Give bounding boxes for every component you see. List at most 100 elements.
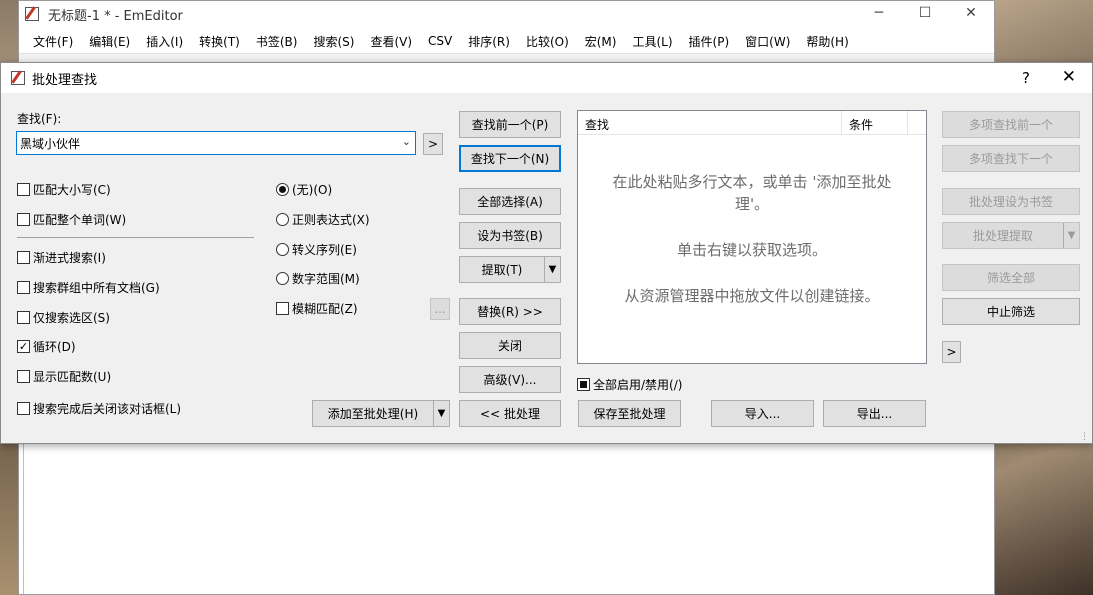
batch-find-dialog: 批处理查找 ? ✕ 查找(F): 黑域小伙伴 ⌄ > 匹配大小写(C) 匹配整个… <box>0 62 1093 444</box>
menu-view[interactable]: 查看(V) <box>362 33 420 50</box>
import-button[interactable]: 导入... <box>711 400 814 427</box>
resize-grip-icon[interactable]: ⋮ <box>1080 432 1089 442</box>
menu-macro[interactable]: 宏(M) <box>577 33 625 50</box>
minimize-button[interactable]: ─ <box>856 1 902 25</box>
select-all-button[interactable]: 全部选择(A) <box>459 188 561 215</box>
batch-hint-rightclick: 单击右键以获取选项。 <box>676 241 827 259</box>
find-next-button[interactable]: 查找下一个(N) <box>459 145 561 172</box>
find-input[interactable]: 黑域小伙伴 ⌄ <box>16 131 416 155</box>
close-button[interactable]: ✕ <box>948 1 994 25</box>
radio-icon <box>276 272 289 285</box>
multi-find-prev-button[interactable]: 多项查找前一个 <box>942 111 1080 138</box>
incremental-search-label: 渐进式搜索(I) <box>33 251 106 265</box>
batch-hint-drag: 从资源管理器中拖放文件以创建链接。 <box>624 287 880 305</box>
close-when-done-label: 搜索完成后关闭该对话框(L) <box>33 402 182 416</box>
menu-search[interactable]: 搜索(S) <box>305 33 362 50</box>
wrap-around-checkbox[interactable]: ✓ 循环(D) <box>17 338 76 355</box>
batch-list[interactable]: 查找 条件 在此处粘贴多行文本，或单击 '添加至批处 理'。 单击右键以获取选项… <box>577 110 927 364</box>
checkbox-box <box>17 213 30 226</box>
window-controls: ─ ☐ ✕ <box>856 1 994 25</box>
fuzzy-options-button[interactable]: ... <box>430 298 450 320</box>
dropdown-arrow-icon[interactable]: ▼ <box>544 257 560 282</box>
extract-label: 提取(T) <box>481 263 523 277</box>
batch-extract-button[interactable]: 批处理提取 ▼ <box>942 222 1080 249</box>
enable-all-label: 全部启用/禁用(/) <box>593 378 683 392</box>
match-word-label: 匹配整个单词(W) <box>33 213 127 227</box>
search-all-docs-label: 搜索群组中所有文档(G) <box>33 281 160 295</box>
menu-bookmark[interactable]: 书签(B) <box>248 33 306 50</box>
radio-none-label: (无)(O) <box>292 183 333 197</box>
show-count-checkbox[interactable]: 显示匹配数(U) <box>17 368 111 385</box>
menu-window[interactable]: 窗口(W) <box>737 33 798 50</box>
checkbox-box <box>17 311 30 324</box>
match-case-checkbox[interactable]: 匹配大小写(C) <box>17 181 111 198</box>
divider <box>17 237 254 238</box>
chevron-down-icon[interactable]: ⌄ <box>402 135 411 148</box>
maximize-button[interactable]: ☐ <box>902 1 948 25</box>
radio-regex[interactable]: 正则表达式(X) <box>276 211 370 228</box>
search-all-docs-checkbox[interactable]: 搜索群组中所有文档(G) <box>17 279 160 296</box>
dropdown-arrow-icon[interactable]: ▼ <box>433 401 449 426</box>
menu-file[interactable]: 文件(F) <box>25 33 81 50</box>
editor-area[interactable] <box>23 441 994 594</box>
menu-convert[interactable]: 转换(T) <box>191 33 248 50</box>
emeditor-icon <box>25 7 39 21</box>
menu-sort[interactable]: 排序(R) <box>460 33 518 50</box>
radio-escape[interactable]: 转义序列(E) <box>276 241 357 258</box>
menu-help[interactable]: 帮助(H) <box>798 33 856 50</box>
export-button[interactable]: 导出... <box>823 400 926 427</box>
replace-button[interactable]: 替换(R) >> <box>459 298 561 325</box>
main-window-title: 无标题-1 * - EmEditor <box>48 8 183 24</box>
menu-csv[interactable]: CSV <box>420 34 460 48</box>
batch-toggle-button[interactable]: << 批处理 <box>459 400 561 427</box>
enable-all-checkbox[interactable]: 全部启用/禁用(/) <box>577 376 682 393</box>
selection-only-checkbox[interactable]: 仅搜索选区(S) <box>17 309 110 326</box>
column-condition[interactable]: 条件 <box>842 111 908 134</box>
dialog-title-bar: 批处理查找 ? ✕ <box>1 63 1092 93</box>
menu-compare[interactable]: 比较(O) <box>518 33 577 50</box>
indeterminate-icon <box>577 378 590 391</box>
radio-regex-label: 正则表达式(X) <box>292 213 370 227</box>
batch-hint-paste-cont: 理'。 <box>734 195 770 213</box>
fuzzy-match-checkbox[interactable]: 模糊匹配(Z) <box>276 300 358 317</box>
dropdown-arrow-icon[interactable]: ▼ <box>1063 223 1079 248</box>
column-find[interactable]: 查找 <box>578 111 842 134</box>
close-dialog-button[interactable]: 关闭 <box>459 332 561 359</box>
batch-bookmark-button[interactable]: 批处理设为书签 <box>942 188 1080 215</box>
set-bookmark-button[interactable]: 设为书签(B) <box>459 222 561 249</box>
find-input-value: 黑域小伙伴 <box>20 136 81 151</box>
radio-icon <box>276 213 289 226</box>
dialog-app-icon <box>11 71 25 85</box>
match-word-checkbox[interactable]: 匹配整个单词(W) <box>17 211 126 228</box>
checkmark-icon: ✓ <box>17 340 30 353</box>
close-when-done-checkbox[interactable]: 搜索完成后关闭该对话框(L) <box>17 400 181 417</box>
add-to-batch-label: 添加至批处理(H) <box>327 407 419 421</box>
add-to-batch-button[interactable]: 添加至批处理(H) ▼ <box>312 400 450 427</box>
advanced-button[interactable]: 高级(V)... <box>459 366 561 393</box>
help-button[interactable]: ? <box>1022 69 1030 87</box>
expand-right-button[interactable]: > <box>942 341 961 363</box>
radio-numeric-range[interactable]: 数字范围(M) <box>276 270 360 287</box>
find-prev-button[interactable]: 查找前一个(P) <box>459 111 561 138</box>
radio-selected-icon <box>276 183 289 196</box>
incremental-search-checkbox[interactable]: 渐进式搜索(I) <box>17 249 106 266</box>
checkbox-box <box>17 402 30 415</box>
multi-find-next-button[interactable]: 多项查找下一个 <box>942 145 1080 172</box>
dialog-close-button[interactable]: ✕ <box>1062 67 1076 87</box>
save-batch-button[interactable]: 保存至批处理 <box>578 400 681 427</box>
radio-none[interactable]: (无)(O) <box>276 181 332 198</box>
menu-edit[interactable]: 编辑(E) <box>81 33 138 50</box>
extract-button[interactable]: 提取(T) ▼ <box>459 256 561 283</box>
checkbox-box <box>276 302 289 315</box>
stop-filter-button[interactable]: 中止筛选 <box>942 298 1080 325</box>
checkbox-box <box>17 251 30 264</box>
expand-find-button[interactable]: > <box>423 133 443 155</box>
menu-insert[interactable]: 插入(I) <box>138 33 191 50</box>
show-count-label: 显示匹配数(U) <box>33 370 112 384</box>
find-label: 查找(F): <box>17 112 62 126</box>
menu-plugins[interactable]: 插件(P) <box>681 33 738 50</box>
radio-numeric-range-label: 数字范围(M) <box>292 272 360 286</box>
menu-tools[interactable]: 工具(L) <box>624 33 680 50</box>
checkbox-box <box>17 370 30 383</box>
filter-all-button[interactable]: 筛选全部 <box>942 264 1080 291</box>
